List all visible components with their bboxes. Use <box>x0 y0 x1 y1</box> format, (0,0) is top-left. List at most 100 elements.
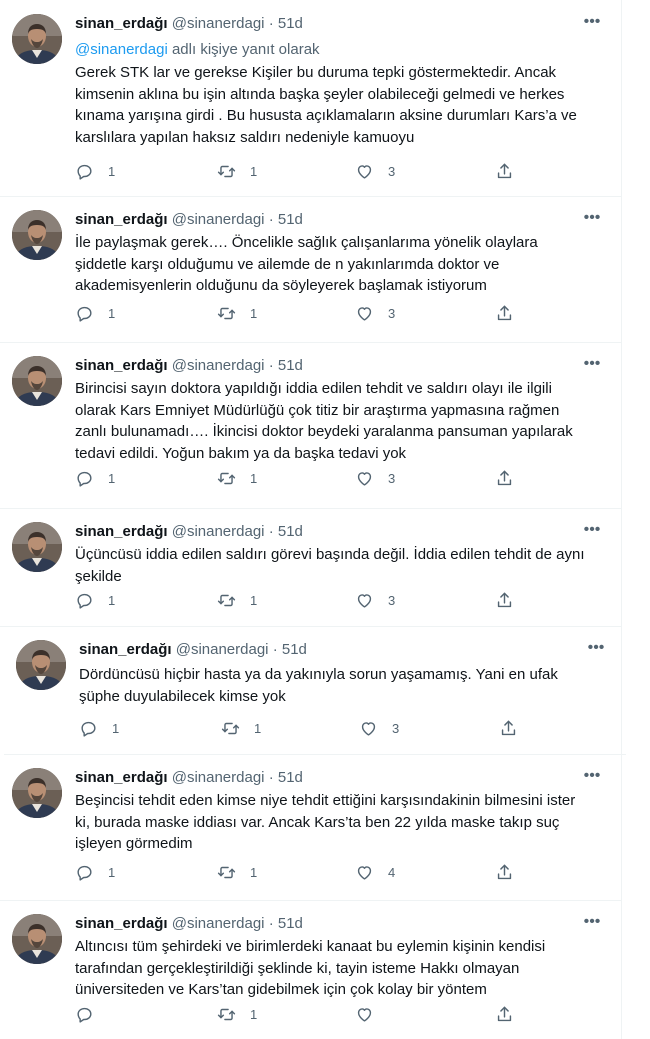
retweet-button[interactable]: 1 <box>217 159 257 183</box>
like-button[interactable]: 3 <box>355 588 395 612</box>
retweet-count: 1 <box>250 864 258 880</box>
reply-icon <box>75 863 94 882</box>
like-button[interactable] <box>355 1002 388 1026</box>
retweet-count: 1 <box>250 470 258 486</box>
mention-link[interactable]: @sinanerdagi <box>75 41 168 58</box>
more-icon[interactable]: ••• <box>580 518 604 542</box>
tweet[interactable]: sinan_erdağı @sinanerdagi · 51d ••• Biri… <box>0 342 622 509</box>
tweet[interactable]: sinan_erdağı @sinanerdagi · 51d ••• Dörd… <box>4 626 626 755</box>
reply-button[interactable]: 1 <box>75 159 115 183</box>
author-handle[interactable]: @sinanerdagi <box>172 211 265 228</box>
tweet[interactable]: sinan_erdağı @sinanerdagi · 51d ••• Üçün… <box>0 508 622 627</box>
timestamp[interactable]: 51d <box>278 211 303 228</box>
tweet[interactable]: sinan_erdağı @sinanerdagi · 51d ••• Beşi… <box>0 754 622 901</box>
author-handle[interactable]: @sinanerdagi <box>176 641 269 658</box>
reply-button[interactable] <box>75 1002 108 1026</box>
retweet-count: 1 <box>250 1006 258 1022</box>
retweet-button[interactable]: 1 <box>217 466 257 490</box>
reply-button[interactable]: 1 <box>75 860 115 884</box>
share-button[interactable] <box>495 1002 514 1026</box>
tweet-header: sinan_erdağı @sinanerdagi · 51d <box>75 356 592 376</box>
reply-button[interactable]: 1 <box>75 588 115 612</box>
author-name[interactable]: sinan_erdağı <box>75 357 168 374</box>
more-icon[interactable]: ••• <box>580 10 604 34</box>
retweet-icon <box>217 591 236 610</box>
like-icon <box>355 304 374 323</box>
retweet-button[interactable]: 1 <box>217 1002 257 1026</box>
retweet-button[interactable]: 1 <box>217 860 257 884</box>
like-button[interactable]: 3 <box>359 716 399 740</box>
tweet-actions: 1 <box>75 1002 535 1026</box>
author-name[interactable]: sinan_erdağı <box>75 915 168 932</box>
avatar[interactable] <box>16 640 66 690</box>
retweet-icon <box>217 469 236 488</box>
tweet[interactable]: sinan_erdağı @sinanerdagi · 51d ••• Altı… <box>0 900 622 1039</box>
tweet-text: Altıncısı tüm şehirdeki ve birimlerdeki … <box>75 938 546 998</box>
separator: · <box>268 769 274 786</box>
share-icon <box>495 863 514 882</box>
share-button[interactable] <box>499 716 518 740</box>
timestamp[interactable]: 51d <box>278 769 303 786</box>
reply-count: 1 <box>108 163 116 179</box>
avatar[interactable] <box>12 768 62 818</box>
retweet-button[interactable]: 1 <box>217 588 257 612</box>
author-name[interactable]: sinan_erdağı <box>75 523 168 540</box>
reply-to-label: adlı kişiye yanıt olarak <box>167 41 320 58</box>
avatar[interactable] <box>12 210 62 260</box>
author-handle[interactable]: @sinanerdagi <box>172 915 265 932</box>
tweet-actions: 1 1 3 <box>79 716 539 740</box>
retweet-button[interactable]: 1 <box>221 716 261 740</box>
timestamp[interactable]: 51d <box>278 523 303 540</box>
reply-icon <box>79 719 98 738</box>
timestamp[interactable]: 51d <box>278 915 303 932</box>
author-name[interactable]: sinan_erdağı <box>79 641 172 658</box>
tweet-text: Dördüncüsü hiçbir hasta ya da yakınıyla … <box>79 666 558 705</box>
tweet[interactable]: sinan_erdağı @sinanerdagi · 51d ••• @sin… <box>0 0 622 197</box>
avatar[interactable] <box>12 356 62 406</box>
share-button[interactable] <box>495 301 514 325</box>
share-button[interactable] <box>495 159 514 183</box>
author-handle[interactable]: @sinanerdagi <box>172 769 265 786</box>
share-icon <box>495 591 514 610</box>
like-button[interactable]: 3 <box>355 466 395 490</box>
reply-icon <box>75 304 94 323</box>
tweet[interactable]: sinan_erdağı @sinanerdagi · 51d ••• İle … <box>0 196 622 343</box>
share-button[interactable] <box>495 860 514 884</box>
retweet-button[interactable]: 1 <box>217 301 257 325</box>
more-icon[interactable]: ••• <box>580 910 604 934</box>
like-icon <box>355 591 374 610</box>
like-button[interactable]: 3 <box>355 301 395 325</box>
share-button[interactable] <box>495 466 514 490</box>
more-icon[interactable]: ••• <box>580 764 604 788</box>
author-handle[interactable]: @sinanerdagi <box>172 357 265 374</box>
reply-icon <box>75 469 94 488</box>
retweet-icon <box>217 863 236 882</box>
column-divider <box>621 0 622 1039</box>
like-count: 3 <box>388 305 396 321</box>
like-button[interactable]: 4 <box>355 860 395 884</box>
more-icon[interactable]: ••• <box>580 206 604 230</box>
timestamp[interactable]: 51d <box>282 641 307 658</box>
author-name[interactable]: sinan_erdağı <box>75 15 168 32</box>
timestamp[interactable]: 51d <box>278 357 303 374</box>
retweet-count: 1 <box>250 163 258 179</box>
author-handle[interactable]: @sinanerdagi <box>172 523 265 540</box>
share-button[interactable] <box>495 588 514 612</box>
share-icon <box>499 719 518 738</box>
author-handle[interactable]: @sinanerdagi <box>172 15 265 32</box>
like-button[interactable]: 3 <box>355 159 395 183</box>
timestamp[interactable]: 51d <box>278 15 303 32</box>
more-icon[interactable]: ••• <box>584 636 608 660</box>
reply-button[interactable]: 1 <box>79 716 119 740</box>
author-name[interactable]: sinan_erdağı <box>75 211 168 228</box>
separator: · <box>268 915 274 932</box>
reply-button[interactable]: 1 <box>75 466 115 490</box>
avatar[interactable] <box>12 914 62 964</box>
avatar[interactable] <box>12 14 62 64</box>
reply-count: 1 <box>112 720 120 736</box>
reply-button[interactable]: 1 <box>75 301 115 325</box>
avatar[interactable] <box>12 522 62 572</box>
tweet-header: sinan_erdağı @sinanerdagi · 51d <box>75 768 592 788</box>
author-name[interactable]: sinan_erdağı <box>75 769 168 786</box>
more-icon[interactable]: ••• <box>580 352 604 376</box>
